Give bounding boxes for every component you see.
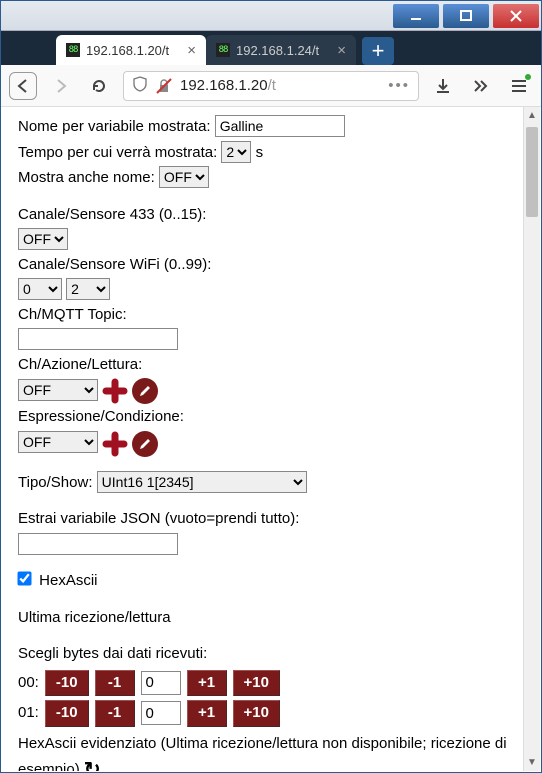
new-tab-button[interactable]: + (362, 37, 394, 65)
refresh-icon[interactable]: ↻ (84, 759, 101, 771)
espressione-select[interactable]: OFF (18, 431, 98, 453)
tempo-label: Tempo per cui verrà mostrata: (18, 144, 217, 161)
page-viewport: Nome per variabile mostrata: Tempo per c… (2, 107, 540, 771)
browser-toolbar: 192.168.1.20/t ••• (1, 65, 541, 107)
ultima-ricezione-label: Ultima ricezione/lettura (18, 609, 171, 626)
nav-reload-button[interactable] (85, 72, 113, 100)
byte-plus10-button[interactable]: +10 (233, 700, 280, 727)
hexascii-checkbox[interactable] (17, 571, 31, 585)
scroll-down-arrow-icon[interactable]: ▼ (524, 754, 540, 771)
update-dot-icon (525, 74, 531, 80)
address-bar[interactable]: 192.168.1.20/t ••• (123, 71, 419, 101)
canale433-label: Canale/Sensore 433 (0..15): (18, 206, 206, 223)
byte-value-input[interactable] (141, 701, 181, 725)
vertical-scrollbar[interactable]: ▲ ▼ (523, 107, 540, 771)
tab-close-icon[interactable]: × (187, 42, 196, 59)
favicon-icon: 88 (216, 43, 230, 57)
browser-tab-inactive[interactable]: 88 192.168.1.24/t × (206, 35, 356, 65)
downloads-button[interactable] (429, 72, 457, 100)
scegli-bytes-label: Scegli bytes dai dati ricevuti: (18, 645, 207, 662)
azione-label: Ch/Azione/Lettura: (18, 356, 142, 373)
mqtt-label: Ch/MQTT Topic: (18, 306, 127, 323)
url-text: 192.168.1.20/t (180, 77, 380, 94)
edit-icon[interactable] (132, 431, 158, 457)
hexascii-label: HexAscii (39, 572, 97, 589)
byte-plus1-button[interactable]: +1 (187, 700, 227, 727)
mostra-nome-select[interactable]: OFF (159, 166, 209, 188)
nome-label: Nome per variabile mostrata: (18, 118, 211, 135)
canalewifi-a-select[interactable]: 0 (18, 278, 62, 300)
insecure-lock-icon[interactable] (156, 78, 172, 94)
tempo-select[interactable]: 2 (221, 141, 251, 163)
page-content: Nome per variabile mostrata: Tempo per c… (2, 107, 540, 771)
byte-plus10-button[interactable]: +10 (233, 670, 280, 697)
tab-title: 192.168.1.24/t (236, 43, 319, 58)
browser-tab-strip: 88 192.168.1.20/t × 88 192.168.1.24/t × … (1, 31, 541, 65)
overflow-button[interactable] (467, 72, 495, 100)
plus-icon[interactable] (102, 378, 128, 404)
canale433-select[interactable]: OFF (18, 228, 68, 250)
tipo-label: Tipo/Show: (18, 474, 92, 491)
scroll-thumb[interactable] (526, 127, 538, 217)
byte-minus10-button[interactable]: -10 (45, 700, 89, 727)
byte-plus1-button[interactable]: +1 (187, 670, 227, 697)
favicon-icon: 88 (66, 43, 80, 57)
browser-tab-active[interactable]: 88 192.168.1.20/t × (56, 35, 206, 65)
window-close-button[interactable] (493, 4, 539, 28)
canalewifi-b-select[interactable]: 2 (66, 278, 110, 300)
shield-icon[interactable] (132, 76, 148, 96)
window-minimize-button[interactable] (393, 4, 439, 28)
azione-select[interactable]: OFF (18, 379, 98, 401)
tipo-select[interactable]: UInt16 1[2345] (97, 471, 307, 493)
edit-icon[interactable] (132, 378, 158, 404)
tab-title: 192.168.1.20/t (86, 43, 169, 58)
byte-minus10-button[interactable]: -10 (45, 670, 89, 697)
plus-icon[interactable] (102, 431, 128, 457)
window-maximize-button[interactable] (443, 4, 489, 28)
app-menu-button[interactable] (505, 72, 533, 100)
byte-minus1-button[interactable]: -1 (95, 700, 135, 727)
tab-close-icon[interactable]: × (337, 42, 346, 59)
byte-value-input[interactable] (141, 671, 181, 695)
byte-minus1-button[interactable]: -1 (95, 670, 135, 697)
byte-row-01: 01: -10 -1 +1 +10 (18, 700, 516, 727)
nav-forward-button[interactable] (47, 72, 75, 100)
window-titlebar (1, 1, 541, 31)
byte-row-00: 00: -10 -1 +1 +10 (18, 670, 516, 697)
espressione-label: Espressione/Condizione: (18, 408, 184, 425)
mostra-nome-label: Mostra anche nome: (18, 169, 155, 186)
mqtt-input[interactable] (18, 328, 178, 350)
json-input[interactable] (18, 533, 178, 555)
byte-tag: 01: (18, 702, 39, 725)
page-actions-icon[interactable]: ••• (388, 77, 410, 94)
byte-tag: 00: (18, 672, 39, 695)
json-label: Estrai variabile JSON (vuoto=prendi tutt… (18, 510, 299, 527)
canalewifi-label: Canale/Sensore WiFi (0..99): (18, 256, 211, 273)
scroll-up-arrow-icon[interactable]: ▲ (524, 107, 540, 124)
nome-input[interactable] (215, 115, 345, 137)
nav-back-button[interactable] (9, 72, 37, 100)
tempo-unit: s (256, 144, 264, 161)
